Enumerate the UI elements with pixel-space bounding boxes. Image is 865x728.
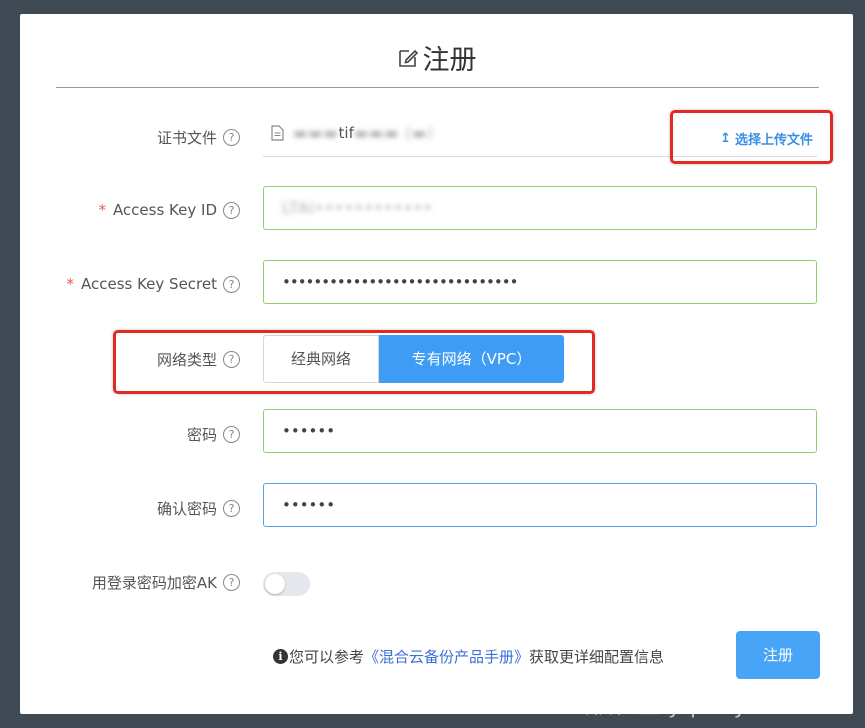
cert-file-label: 证书文件 ? (157, 127, 240, 148)
encrypt-ak-toggle[interactable] (263, 572, 310, 596)
password-input[interactable]: •••••• (263, 409, 817, 453)
help-icon[interactable]: ? (223, 574, 240, 591)
access-key-secret-input[interactable]: •••••••••••••••••••••••••••••• (263, 260, 817, 304)
encrypt-ak-label-text: 用登录密码加密AK (91, 574, 217, 592)
manual-link[interactable]: 《混合云备份产品手册》 (364, 646, 529, 667)
dialog-title-text: 注册 (422, 45, 477, 76)
highlight-box-network (113, 330, 595, 394)
file-icon (271, 125, 284, 145)
dialog-title: 注册 (20, 38, 853, 77)
register-button[interactable]: 注册 (736, 631, 820, 679)
encrypt-ak-label: 用登录密码加密AK ? (92, 572, 240, 593)
edit-icon (397, 47, 419, 69)
highlight-box-upload (670, 110, 833, 164)
manual-info: i 您可以参考 《混合云备份产品手册》 获取更详细配置信息 (273, 646, 664, 667)
confirm-password-label: 确认密码 ? (157, 498, 240, 519)
access-key-id-input[interactable]: LTAI•••••••••••• (263, 186, 817, 230)
confirm-password-label-text: 确认密码 (156, 500, 217, 518)
password-label: 密码 ? (187, 424, 240, 445)
help-icon[interactable]: ? (223, 426, 240, 443)
password-value: •••••• (282, 422, 336, 440)
confirm-password-input[interactable]: •••••• (263, 483, 817, 527)
help-icon[interactable]: ? (223, 275, 240, 293)
access-key-id-label-text: Access Key ID (112, 201, 217, 219)
confirm-password-value: •••••• (282, 496, 336, 514)
toggle-knob (265, 574, 285, 594)
required-marker: * (98, 201, 106, 219)
watermark: 云栖社区 yq.aliyun.com (568, 694, 836, 719)
title-divider (56, 87, 819, 88)
access-key-secret-label-text: Access Key Secret (80, 275, 217, 293)
access-key-id-value: LTAI•••••••••••• (282, 199, 434, 217)
info-icon: i (273, 649, 288, 664)
access-key-secret-label: * Access Key Secret ? (66, 275, 240, 293)
cert-file-label-text: 证书文件 (156, 129, 217, 147)
password-label-text: 密码 (186, 426, 217, 444)
required-marker: * (66, 275, 74, 293)
access-key-secret-value: •••••••••••••••••••••••••••••• (282, 273, 518, 291)
help-icon[interactable]: ? (223, 500, 240, 517)
register-dialog: 注册 证书文件 ? ▬▬▬tif▬▬▬ (▬) ↥ 选择上传文件 * Acces… (20, 14, 853, 714)
info-prefix: 您可以参考 (289, 648, 365, 666)
help-icon[interactable]: ? (223, 201, 240, 219)
help-icon[interactable]: ? (223, 129, 240, 146)
access-key-id-label: * Access Key ID ? (98, 201, 240, 219)
info-suffix: 获取更详细配置信息 (529, 648, 665, 666)
cert-file-name: ▬▬▬tif▬▬▬ (▬) (293, 124, 435, 142)
